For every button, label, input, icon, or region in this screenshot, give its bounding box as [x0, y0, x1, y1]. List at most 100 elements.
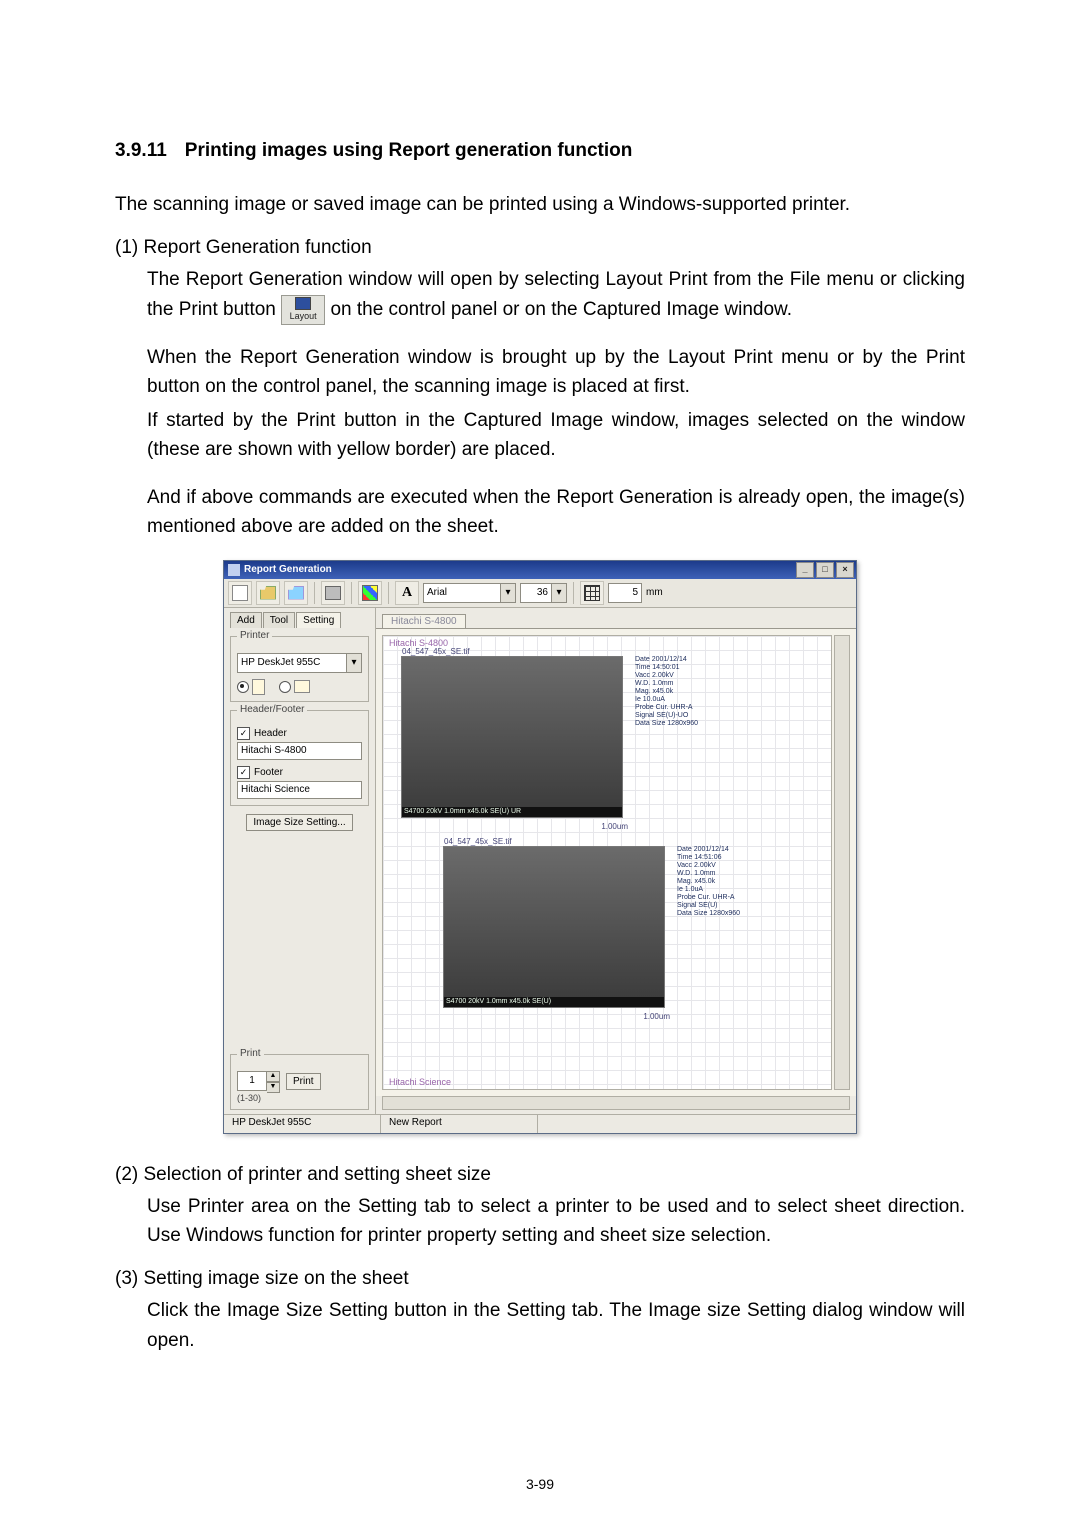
copies-value: 1	[237, 1071, 267, 1091]
section-title: Printing images using Report generation …	[185, 140, 633, 161]
image-1-metadata: Date 2001/12/14 Time 14:50:01 Vacc 2.00k…	[635, 656, 698, 728]
header-footer-group: Header/Footer ✓ Header Hitachi S-4800 ✓ …	[230, 710, 369, 806]
close-button[interactable]: ×	[836, 562, 854, 578]
side-tabs: Add Tool Setting	[230, 612, 369, 628]
image-size-row: Image Size Setting...	[230, 814, 369, 831]
footer-checkbox-label: Footer	[254, 767, 283, 778]
status-bar: HP DeskJet 955C New Report	[224, 1114, 856, 1133]
section-heading: 3.9.11 Printing images using Report gener…	[115, 140, 965, 162]
tab-add[interactable]: Add	[230, 612, 262, 628]
sub-3-label: (3) Setting image size on the sheet	[115, 1268, 965, 1290]
layout-print-icon	[295, 297, 311, 310]
spin-down-icon[interactable]: ▼	[267, 1082, 280, 1093]
radio-on-icon	[237, 681, 249, 693]
grid-toggle-button[interactable]	[580, 581, 604, 605]
image-size-setting-button[interactable]: Image Size Setting...	[246, 814, 352, 831]
image-1-caption: 04_547_45x_SE.tif	[402, 647, 470, 656]
horizontal-scrollbar[interactable]	[382, 1096, 850, 1110]
sub-1-label: (1) Report Generation function	[115, 237, 965, 259]
section-number: 3.9.11	[115, 140, 167, 161]
footer-text-input[interactable]: Hitachi Science	[237, 781, 362, 799]
font-name-value: Arial	[423, 583, 501, 603]
image-2-scale: 1.00um	[643, 1012, 670, 1021]
image-1-scale: 1.00um	[601, 822, 628, 831]
spin-up-icon[interactable]: ▲	[267, 1071, 280, 1082]
sub-2-label: (2) Selection of printer and setting she…	[115, 1164, 965, 1186]
grid-unit-label: mm	[646, 587, 663, 598]
sub-1-para-d: And if above commands are executed when …	[147, 483, 965, 542]
print-button[interactable]	[321, 581, 345, 605]
orientation-portrait[interactable]	[237, 679, 265, 695]
chevron-down-icon: ▾	[347, 653, 362, 673]
open-icon	[260, 586, 276, 600]
image-1-databar: S4700 20kV 1.0mm x45.0k SE(U) UR	[402, 807, 622, 817]
print-execute-button[interactable]: Print	[286, 1073, 321, 1090]
header-checkbox-row: ✓ Header	[237, 727, 362, 740]
print-range-label: (1-30)	[237, 1093, 362, 1103]
color-picker-button[interactable]	[358, 581, 382, 605]
header-checkbox-label: Header	[254, 728, 287, 739]
layout-print-label: Layout	[290, 311, 317, 321]
window-body: Add Tool Setting Printer HP DeskJet 955C…	[224, 608, 856, 1114]
toolbar: A Arial ▾ 36 ▾ 5 mm	[224, 579, 856, 608]
open-report-button[interactable]	[256, 581, 280, 605]
grid-spacing-input[interactable]: 5	[608, 583, 642, 603]
copies-spinner[interactable]: 1 ▲▼	[237, 1071, 280, 1093]
sub-1-a-post: on the control panel or on the Captured …	[330, 299, 792, 320]
print-icon	[325, 586, 341, 600]
tab-setting[interactable]: Setting	[296, 612, 341, 628]
status-printer: HP DeskJet 955C	[224, 1115, 381, 1133]
font-style-button[interactable]: A	[395, 581, 419, 605]
report-sheet[interactable]: Hitachi S-4800 04_547_45x_SE.tif S4700 2…	[382, 635, 832, 1090]
image-2-metadata: Date 2001/12/14 Time 14:51:06 Vacc 2.00k…	[677, 846, 740, 918]
footer-checkbox-row: ✓ Footer	[237, 766, 362, 779]
footer-checkbox[interactable]: ✓	[237, 766, 250, 779]
sheet-canvas-wrap: Hitachi S-4800 Hitachi S-4800 04_547_45x…	[376, 608, 856, 1114]
sheet-tab-0[interactable]: Hitachi S-4800	[382, 614, 466, 628]
font-name-select[interactable]: Arial ▾	[423, 583, 516, 603]
header-text-input[interactable]: Hitachi S-4800	[237, 742, 362, 760]
new-icon	[232, 585, 248, 601]
titlebar[interactable]: Report Generation _ □ ×	[224, 561, 856, 579]
orientation-landscape[interactable]	[279, 679, 310, 695]
chevron-down-icon: ▾	[552, 583, 567, 603]
layout-print-button[interactable]: Layout	[281, 295, 325, 325]
font-size-value: 36	[520, 583, 552, 603]
vertical-scrollbar[interactable]	[834, 635, 850, 1090]
status-report: New Report	[381, 1115, 538, 1133]
placed-image-2[interactable]: 04_547_45x_SE.tif S4700 20kV 1.0mm x45.0…	[443, 846, 665, 1008]
portrait-icon	[252, 679, 265, 695]
landscape-icon	[294, 680, 310, 693]
chevron-down-icon: ▾	[501, 583, 516, 603]
sub-1-para-b: When the Report Generation window is bro…	[147, 343, 965, 402]
minimize-button[interactable]: _	[796, 562, 814, 578]
sub-2-para: Use Printer area on the Setting tab to s…	[147, 1192, 965, 1251]
header-checkbox[interactable]: ✓	[237, 727, 250, 740]
grid-icon	[584, 585, 600, 601]
placed-image-1[interactable]: 04_547_45x_SE.tif S4700 20kV 1.0mm x45.0…	[401, 656, 623, 818]
image-2-databar: S4700 20kV 1.0mm x45.0k SE(U)	[444, 997, 664, 1007]
tab-tool[interactable]: Tool	[263, 612, 295, 628]
print-group: Print 1 ▲▼ Print (1-30)	[230, 1054, 369, 1110]
save-report-button[interactable]	[284, 581, 308, 605]
print-row: 1 ▲▼ Print	[237, 1071, 362, 1093]
status-empty	[538, 1115, 856, 1133]
image-2-caption: 04_547_45x_SE.tif	[444, 837, 512, 846]
font-size-select[interactable]: 36 ▾	[520, 583, 567, 603]
side-panel: Add Tool Setting Printer HP DeskJet 955C…	[224, 608, 376, 1114]
para-intro: The scanning image or saved image can be…	[115, 190, 965, 219]
printer-group: Printer HP DeskJet 955C ▾	[230, 636, 369, 702]
sheet-footer: Hitachi Science	[389, 1077, 451, 1087]
print-legend: Print	[237, 1048, 264, 1059]
color-icon	[362, 585, 378, 601]
sub-1-para-c: If started by the Print button in the Ca…	[147, 406, 965, 465]
page-number: 3-99	[0, 1476, 1080, 1492]
printer-legend: Printer	[237, 630, 272, 641]
document-page: 3.9.11 Printing images using Report gener…	[0, 0, 1080, 1528]
app-icon	[228, 564, 240, 576]
printer-select[interactable]: HP DeskJet 955C ▾	[237, 653, 362, 673]
printer-select-value: HP DeskJet 955C	[237, 653, 347, 673]
maximize-button[interactable]: □	[816, 562, 834, 578]
sheet-tabs: Hitachi S-4800	[376, 608, 856, 628]
new-report-button[interactable]	[228, 581, 252, 605]
